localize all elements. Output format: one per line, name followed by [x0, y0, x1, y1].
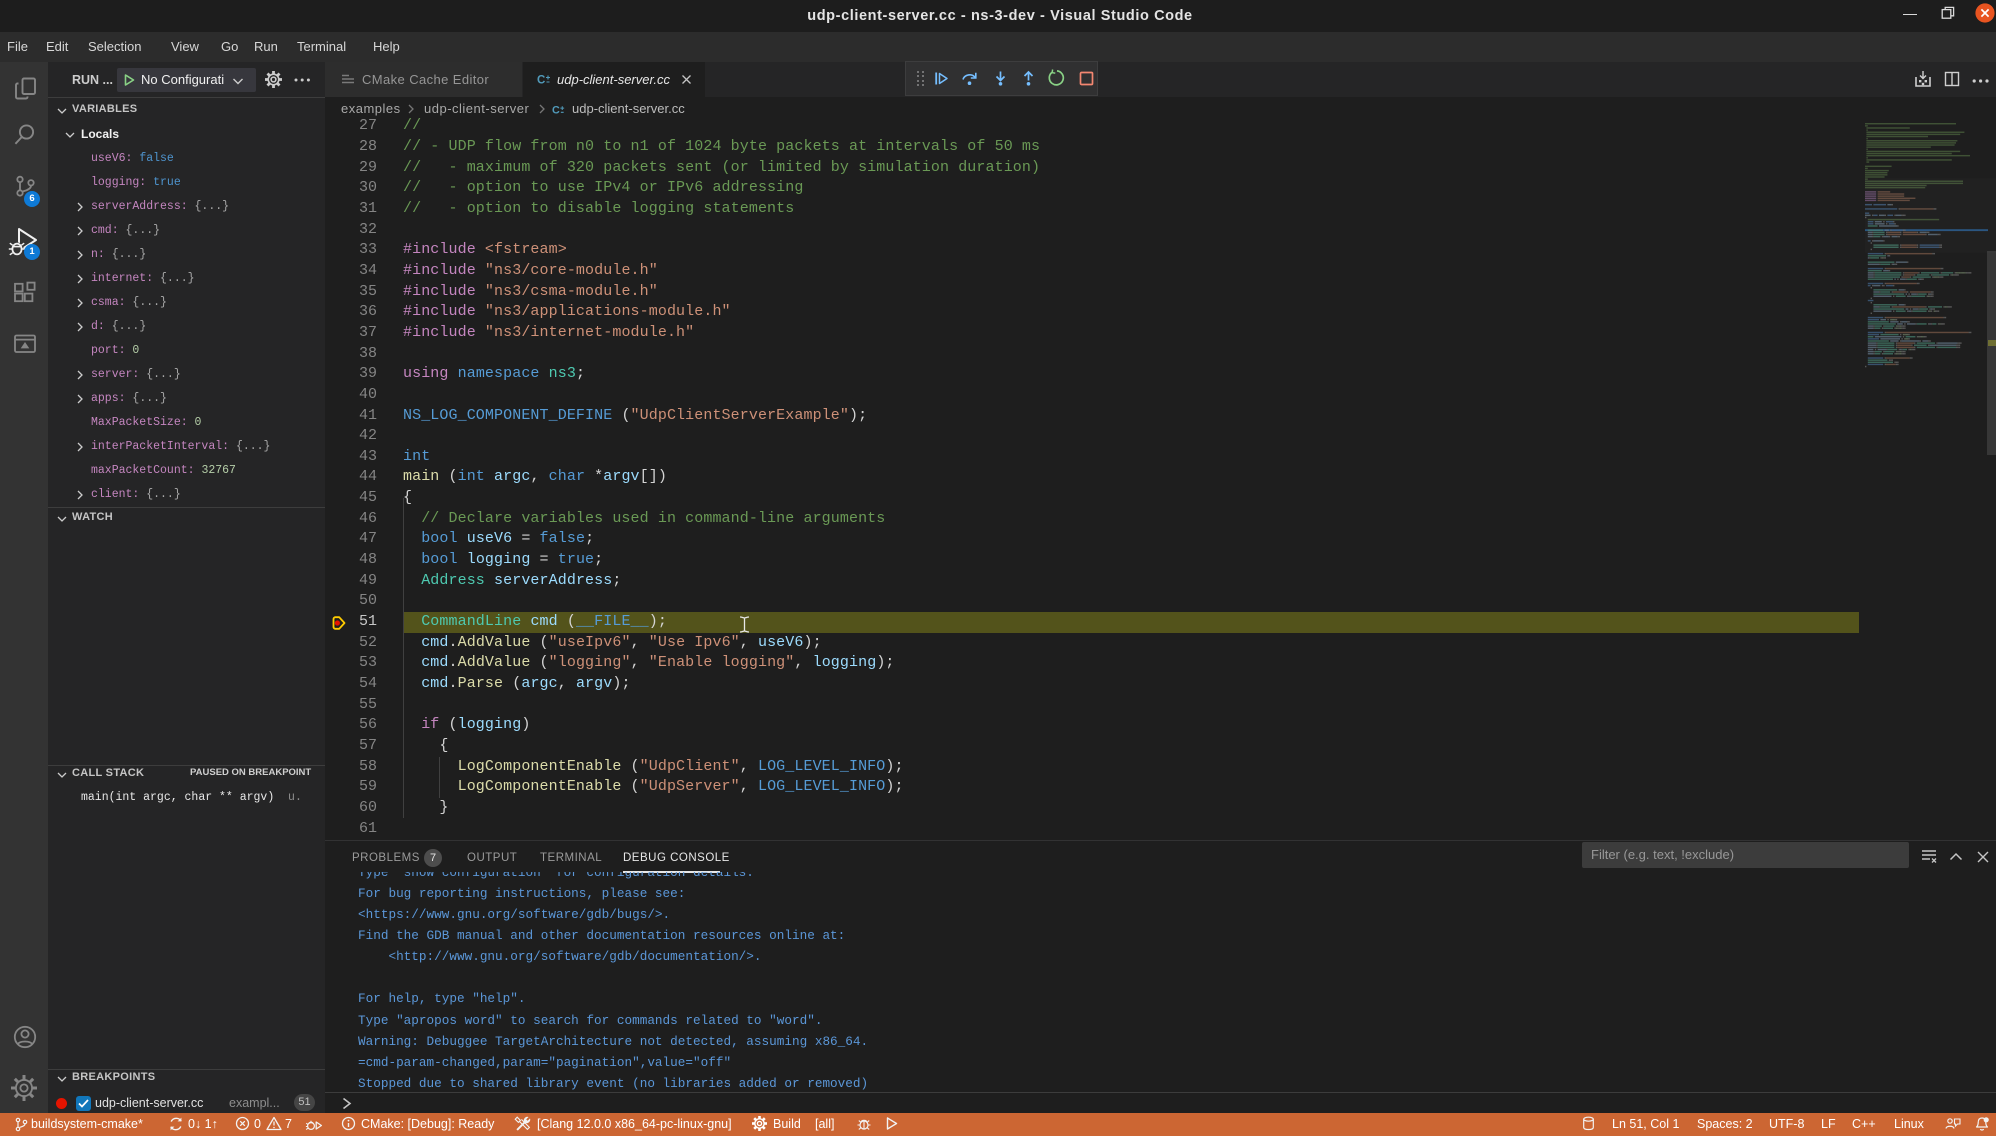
svg-text:C: C — [537, 75, 545, 87]
svg-text:C: C — [552, 105, 560, 117]
